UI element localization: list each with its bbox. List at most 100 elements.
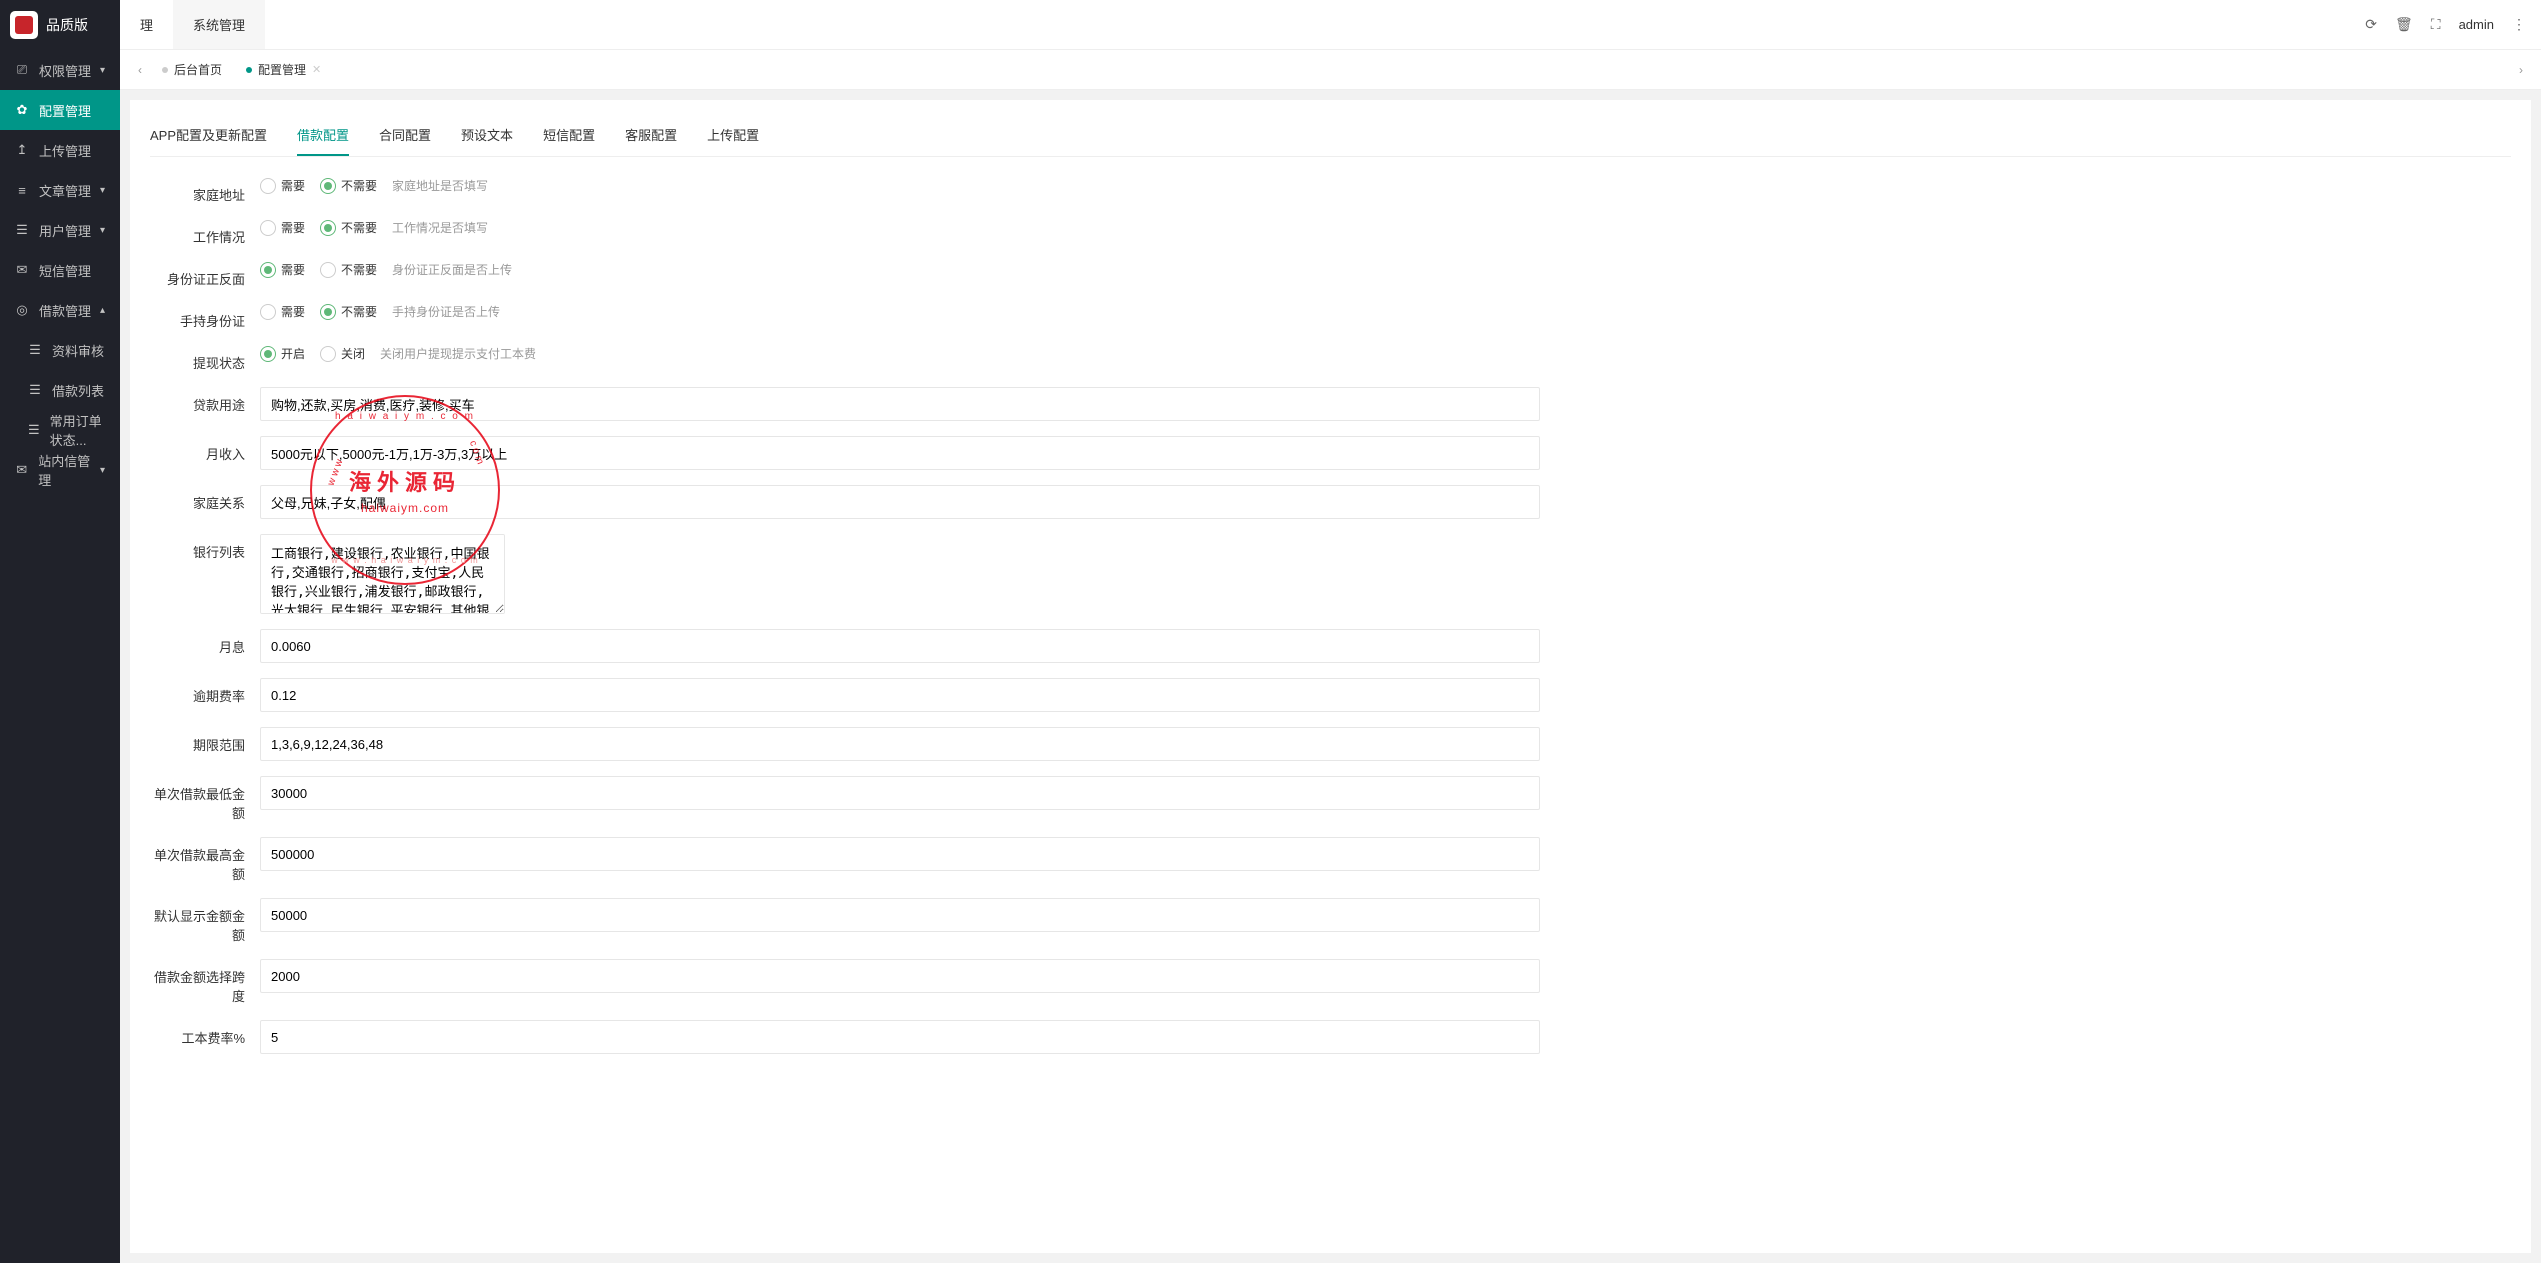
label-withdraw: 提现状态 [150,345,260,372]
header-right: ⟳ 🗑 ⛶ admin ⋮ [2365,16,2541,33]
hint-text: 手持身份证是否上传 [392,303,500,320]
radio-no-need[interactable]: 不需要 [320,261,377,278]
sidebar-item-upload[interactable]: ↥ 上传管理 [0,130,120,170]
radio-close[interactable]: 关闭 [320,345,365,362]
trash-icon[interactable]: 🗑 [2395,16,2413,33]
input-family[interactable] [260,485,1540,519]
textarea-banks[interactable] [260,534,505,614]
tab-label: 配置管理 [258,61,306,78]
tab-label: 后台首页 [174,61,222,78]
content: APP配置及更新配置 借款配置 合同配置 预设文本 短信配置 客服配置 上传配置… [130,100,2531,1253]
radio-no-need[interactable]: 不需要 [320,303,377,320]
header-tab-1[interactable]: 理 [120,0,173,49]
radio-icon [320,304,336,320]
label-month-rate: 月息 [150,629,260,656]
header-tab-system[interactable]: 系统管理 [173,0,265,49]
radio-label: 需要 [281,177,305,194]
input-month-rate[interactable] [260,629,1540,663]
radio-icon [320,262,336,278]
sidebar-item-sms[interactable]: ✉ 短信管理 [0,250,120,290]
radio-no-need[interactable]: 不需要 [320,177,377,194]
input-period[interactable] [260,727,1540,761]
nav-label: 资料审核 [52,341,104,360]
radio-need[interactable]: 需要 [260,177,305,194]
mail-icon: ✉ [15,462,28,478]
input-fee-rate[interactable] [260,1020,1540,1054]
sidebar-item-loan[interactable]: ◎ 借款管理 ▴ [0,290,120,330]
sidebar-item-article[interactable]: ≡ 文章管理 ▾ [0,170,120,210]
inner-tab-sms[interactable]: 短信配置 [543,115,595,156]
inner-tab-contract[interactable]: 合同配置 [379,115,431,156]
tab-home[interactable]: 后台首页 [150,50,234,89]
input-loan-use[interactable] [260,387,1540,421]
radio-label: 不需要 [341,303,377,320]
inner-tab-service[interactable]: 客服配置 [625,115,677,156]
tab-prev-icon[interactable]: ‹ [130,63,150,77]
row-income: 月收入 [150,436,2511,470]
fullscreen-icon[interactable]: ⛶ [2431,16,2441,33]
radio-open[interactable]: 开启 [260,345,305,362]
row-period: 期限范围 [150,727,2511,761]
label-loan-use: 贷款用途 [150,387,260,414]
label-hand-id: 手持身份证 [150,303,260,330]
more-icon[interactable]: ⋮ [2512,16,2526,33]
row-banks: 银行列表 [150,534,2511,614]
inner-tab-preset[interactable]: 预设文本 [461,115,513,156]
nav-label: 文章管理 [39,181,91,200]
sidebar-item-loan-status[interactable]: ☰ 常用订单状态... [0,410,120,450]
tab-next-icon[interactable]: › [2511,63,2531,77]
radio-label: 关闭 [341,345,365,362]
input-default-amount[interactable] [260,898,1540,932]
sidebar-item-user[interactable]: ☰ 用户管理 ▾ [0,210,120,250]
sidebar-item-mail[interactable]: ✉ 站内信管理 ▾ [0,450,120,490]
inner-tab-loan[interactable]: 借款配置 [297,115,349,156]
main: 理 系统管理 ⟳ 🗑 ⛶ admin ⋮ ‹ 后台首页 配置管理 ✕ [120,0,2541,1263]
inner-tab-upload[interactable]: 上传配置 [707,115,759,156]
close-icon[interactable]: ✕ [312,63,321,76]
row-default-amount: 默认显示金额金额 [150,898,2511,944]
nav-label: 配置管理 [39,101,91,120]
input-income[interactable] [260,436,1540,470]
loan-icon: ◎ [15,302,29,318]
input-step-amount[interactable] [260,959,1540,993]
user-icon: ☰ [15,222,29,238]
sidebar-item-permission[interactable]: ⎚ 权限管理 ▾ [0,50,120,90]
chevron-down-icon: ▾ [100,185,105,196]
sms-icon: ✉ [15,262,29,278]
row-fee-rate: 工本费率% [150,1020,2511,1054]
sidebar-item-loan-audit[interactable]: ☰ 资料审核 [0,330,120,370]
nav: ⎚ 权限管理 ▾ ✿ 配置管理 ↥ 上传管理 ≡ 文章管理 ▾ ☰ 用户管理 ▾ [0,50,120,1263]
label-work-info: 工作情况 [150,219,260,246]
row-overdue: 逾期费率 [150,678,2511,712]
radio-need[interactable]: 需要 [260,261,305,278]
tab-config[interactable]: 配置管理 ✕ [234,50,333,89]
nav-label: 短信管理 [39,261,91,280]
inner-tab-label: 借款配置 [297,128,349,143]
sidebar-item-loan-list[interactable]: ☰ 借款列表 [0,370,120,410]
radio-no-need[interactable]: 不需要 [320,219,377,236]
admin-dropdown[interactable]: admin [2459,17,2494,32]
inner-tabs: APP配置及更新配置 借款配置 合同配置 预设文本 短信配置 客服配置 上传配置 [150,115,2511,157]
radio-label: 需要 [281,219,305,236]
refresh-icon[interactable]: ⟳ [2365,16,2377,33]
radio-need[interactable]: 需要 [260,219,305,236]
label-step-amount: 借款金额选择跨度 [150,959,260,1005]
radio-label: 不需要 [341,261,377,278]
tab-dot-icon [246,67,252,73]
tabbar: ‹ 后台首页 配置管理 ✕ › [120,50,2541,90]
radio-icon [320,220,336,236]
radio-label: 不需要 [341,177,377,194]
inner-tab-app[interactable]: APP配置及更新配置 [150,115,267,156]
upload-icon: ↥ [15,142,29,158]
label-period: 期限范围 [150,727,260,754]
header-tab-label: 理 [140,15,153,34]
chevron-down-icon: ▾ [100,465,105,476]
input-min-amount[interactable] [260,776,1540,810]
radio-need[interactable]: 需要 [260,303,305,320]
input-overdue[interactable] [260,678,1540,712]
input-max-amount[interactable] [260,837,1540,871]
sidebar-item-config[interactable]: ✿ 配置管理 [0,90,120,130]
chevron-down-icon: ▾ [100,225,105,236]
label-home-address: 家庭地址 [150,177,260,204]
radio-icon [260,262,276,278]
